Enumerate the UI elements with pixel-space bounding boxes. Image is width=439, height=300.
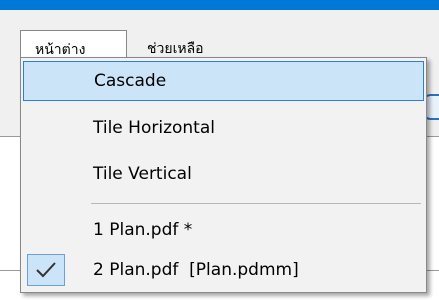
menu-item-document-2[interactable]: 2 Plan.pdf [Plan.pdmm]: [23, 250, 424, 290]
app-window: หน้าต่าง ช่วยเหลือ Cascade Tile Horizont…: [0, 0, 439, 300]
checkmark-indicator: [27, 254, 65, 286]
menu-item-cascade-label: Cascade: [94, 71, 167, 91]
menu-item-document-1[interactable]: 1 Plan.pdf *: [23, 210, 424, 250]
menu-item-tile-horizontal[interactable]: Tile Horizontal: [23, 108, 424, 148]
menu-separator: [91, 203, 421, 204]
title-bar-strip: [0, 0, 439, 10]
menu-item-tile-horizontal-label: Tile Horizontal: [93, 118, 215, 138]
menu-item-document-2-label: 2 Plan.pdf [Plan.pdmm]: [93, 260, 299, 280]
menu-item-tile-vertical-label: Tile Vertical: [93, 164, 192, 184]
menu-item-cascade[interactable]: Cascade: [23, 61, 424, 101]
window-dropdown-menu: Cascade Tile Horizontal Tile Vertical 1 …: [20, 57, 427, 293]
menu-item-tile-vertical[interactable]: Tile Vertical: [23, 154, 424, 194]
menu-item-document-1-label: 1 Plan.pdf *: [93, 220, 193, 240]
checkmark-icon: [36, 262, 56, 278]
